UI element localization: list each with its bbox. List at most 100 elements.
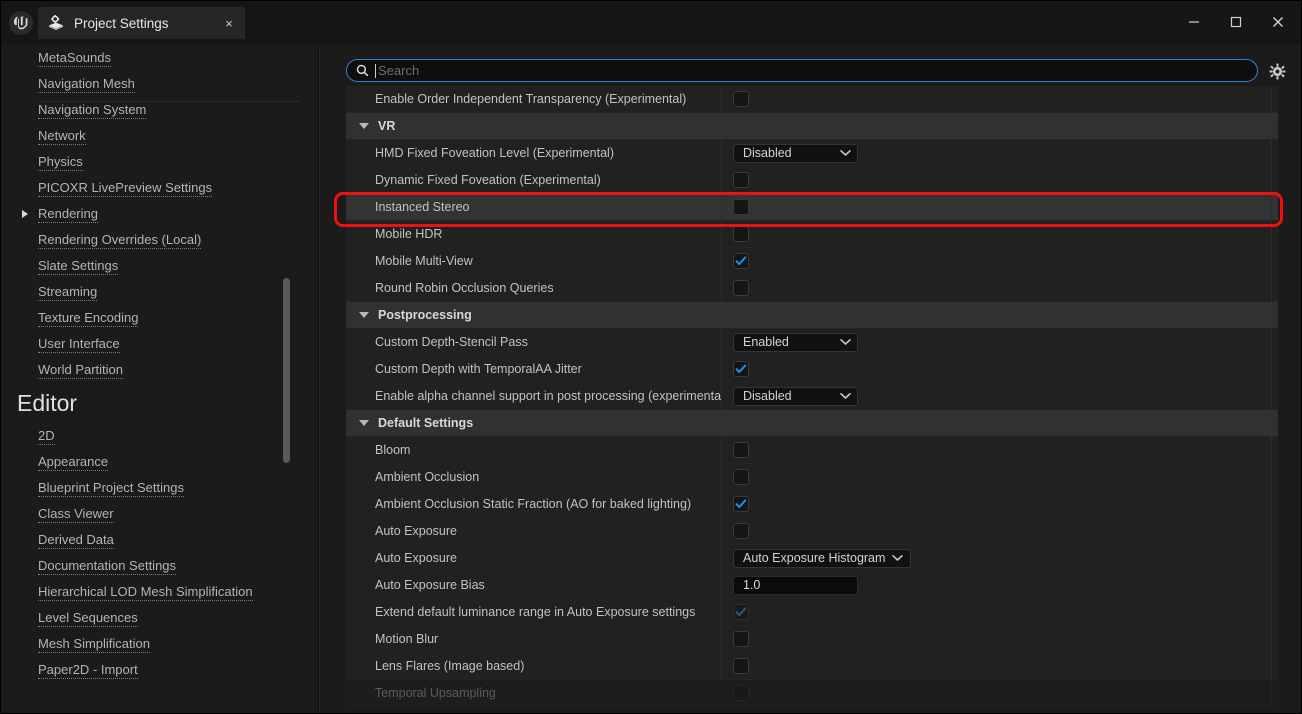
column-divider bbox=[1271, 625, 1272, 653]
sidebar-item-label: PICOXR LivePreview Settings bbox=[38, 179, 213, 197]
settings-row[interactable]: Mobile Multi-View bbox=[346, 247, 1278, 275]
dropdown-enable-alpha-channel-support-in-post-processing-experimental[interactable]: Disabled bbox=[733, 386, 858, 406]
chevron-down-icon[interactable] bbox=[840, 149, 851, 157]
tab-project-settings[interactable]: Project Settings × bbox=[38, 7, 245, 39]
column-divider bbox=[1271, 166, 1272, 194]
setting-value-cell: Enabled bbox=[721, 328, 1278, 356]
setting-value-cell bbox=[721, 86, 1278, 113]
settings-row[interactable]: HMD Fixed Foveation Level (Experimental)… bbox=[346, 139, 1278, 167]
settings-row[interactable]: Ambient Occlusion bbox=[346, 463, 1278, 491]
settings-category-sidebar[interactable]: MetaSounds Navigation Mesh Navigation Syst… bbox=[0, 45, 318, 714]
column-divider bbox=[1271, 598, 1272, 626]
sidebar-item-documentation-settings[interactable]: Documentation Settings bbox=[0, 553, 318, 579]
settings-row[interactable]: Auto Exposure bbox=[346, 517, 1278, 545]
sidebar-scrollbar-thumb[interactable] bbox=[283, 278, 290, 463]
setting-value-cell: Auto Exposure Histogram bbox=[721, 544, 1278, 572]
sidebar-item-rendering-overrides-local[interactable]: Rendering Overrides (Local) bbox=[0, 227, 318, 253]
search-input[interactable]: Search bbox=[346, 59, 1258, 82]
dropdown-auto-exposure[interactable]: Auto Exposure Histogram bbox=[733, 548, 912, 568]
sidebar-item-world-partition[interactable]: World Partition bbox=[0, 357, 318, 383]
chevron-right-icon[interactable] bbox=[22, 210, 28, 218]
settings-row[interactable]: Temporal Upsampling bbox=[346, 679, 1278, 707]
sidebar-item-hierarchical-lod-mesh-simplification[interactable]: Hierarchical LOD Mesh Simplification bbox=[0, 579, 318, 605]
checkbox-custom-depth-with-temporalaa-jitter[interactable] bbox=[733, 361, 749, 377]
checkbox-auto-exposure[interactable] bbox=[733, 523, 749, 539]
settings-section-vr[interactable]: VR bbox=[346, 113, 1278, 140]
checkbox-ambient-occlusion-static-fraction-ao-for-baked-lighting[interactable] bbox=[733, 496, 749, 512]
sidebar-item-rendering[interactable]: Rendering bbox=[0, 201, 318, 227]
gear-icon[interactable] bbox=[1265, 59, 1289, 83]
sidebar-item-label: Hierarchical LOD Mesh Simplification bbox=[38, 583, 253, 601]
settings-section-default-settings[interactable]: Default Settings bbox=[346, 410, 1278, 437]
dropdown-value: Auto Exposure Histogram bbox=[743, 551, 886, 565]
close-icon[interactable]: × bbox=[221, 15, 237, 31]
chevron-down-icon[interactable] bbox=[892, 554, 904, 562]
settings-row[interactable]: Bloom bbox=[346, 436, 1278, 464]
settings-row[interactable]: Mobile HDR bbox=[346, 220, 1278, 248]
sidebar-item-navigation-mesh[interactable]: Navigation Mesh bbox=[0, 71, 318, 97]
sidebar-item-slate-settings[interactable]: Slate Settings bbox=[0, 253, 318, 279]
sidebar-item-mesh-simplification[interactable]: Mesh Simplification bbox=[0, 631, 318, 657]
settings-row[interactable]: Custom Depth-Stencil Pass Enabled bbox=[346, 328, 1278, 356]
setting-value-cell bbox=[721, 463, 1278, 491]
settings-row[interactable]: Enable alpha channel support in post pro… bbox=[346, 382, 1278, 410]
sidebar-item-metasounds[interactable]: MetaSounds bbox=[0, 45, 318, 71]
setting-value-cell bbox=[721, 436, 1278, 464]
dropdown-hmd-fixed-foveation-level-experimental[interactable]: Disabled bbox=[733, 143, 858, 163]
settings-row[interactable]: Auto Exposure Bias 1.0 bbox=[346, 571, 1278, 599]
sidebar-item-paper2d-import[interactable]: Paper2D - Import bbox=[0, 657, 318, 683]
sidebar-item-blueprint-project-settings[interactable]: Blueprint Project Settings bbox=[0, 475, 318, 501]
sidebar-item-derived-data[interactable]: Derived Data bbox=[0, 527, 318, 553]
checkbox-temporal-upsampling[interactable] bbox=[733, 685, 749, 701]
maximize-button[interactable] bbox=[1218, 7, 1254, 37]
checkbox-mobile-multi-view[interactable] bbox=[733, 253, 749, 269]
checkbox-motion-blur[interactable] bbox=[733, 631, 749, 647]
checkbox-round-robin-occlusion-queries[interactable] bbox=[733, 280, 749, 296]
sidebar-item-2d[interactable]: 2D bbox=[0, 423, 318, 449]
window-close-button[interactable] bbox=[1260, 7, 1296, 37]
checkbox-mobile-hdr[interactable] bbox=[733, 226, 749, 242]
settings-row[interactable]: Custom Depth with TemporalAA Jitter bbox=[346, 355, 1278, 383]
sidebar-item-streaming[interactable]: Streaming bbox=[0, 279, 318, 305]
setting-label-hmd-fixed-foveation-level-experimental: HMD Fixed Foveation Level (Experimental) bbox=[375, 146, 614, 160]
sidebar-item-navigation-system[interactable]: Navigation System bbox=[0, 97, 318, 123]
chevron-down-icon[interactable] bbox=[840, 338, 851, 346]
number-field-auto-exposure-bias[interactable]: 1.0 bbox=[733, 575, 858, 595]
checkbox-dynamic-fixed-foveation-experimental[interactable] bbox=[733, 172, 749, 188]
dropdown-custom-depth-stencil-pass[interactable]: Enabled bbox=[733, 332, 858, 352]
settings-row[interactable]: Enable Order Independent Transparency (E… bbox=[346, 86, 1278, 113]
settings-row[interactable]: Instanced Stereo bbox=[346, 193, 1278, 221]
settings-row[interactable]: Ambient Occlusion Static Fraction (AO fo… bbox=[346, 490, 1278, 518]
settings-row[interactable]: Motion Blur bbox=[346, 625, 1278, 653]
checkbox-enable-order-independent-transparency-experimental[interactable] bbox=[733, 91, 749, 107]
tab-title: Project Settings bbox=[74, 15, 169, 31]
chevron-down-icon[interactable] bbox=[359, 123, 369, 129]
sidebar-item-network[interactable]: Network bbox=[0, 123, 318, 149]
checkbox-lens-flares-image-based[interactable] bbox=[733, 658, 749, 674]
minimize-button[interactable] bbox=[1176, 7, 1212, 37]
checkbox-ambient-occlusion[interactable] bbox=[733, 469, 749, 485]
sidebar-item-level-sequences[interactable]: Level Sequences bbox=[0, 605, 318, 631]
sidebar-item-user-interface[interactable]: User Interface bbox=[0, 331, 318, 357]
checkbox-bloom[interactable] bbox=[733, 442, 749, 458]
settings-row[interactable]: Extend default luminance range in Auto E… bbox=[346, 598, 1278, 626]
chevron-down-icon[interactable] bbox=[359, 420, 369, 426]
setting-value-cell bbox=[721, 490, 1278, 518]
checkbox-instanced-stereo[interactable] bbox=[733, 199, 749, 215]
sidebar-item-physics[interactable]: Physics bbox=[0, 149, 318, 175]
settings-main-panel: Search Enable Order Independent Transpar… bbox=[320, 45, 1302, 714]
setting-value-cell bbox=[721, 274, 1278, 302]
sidebar-item-picoxr-livepreview-settings[interactable]: PICOXR LivePreview Settings bbox=[0, 175, 318, 201]
settings-row[interactable]: Auto Exposure Auto Exposure Histogram bbox=[346, 544, 1278, 572]
sidebar-item-class-viewer[interactable]: Class Viewer bbox=[0, 501, 318, 527]
settings-section-postprocessing[interactable]: Postprocessing bbox=[346, 302, 1278, 329]
checkbox-extend-default-luminance-range-in-auto-exposure-settings[interactable] bbox=[733, 604, 749, 620]
chevron-down-icon[interactable] bbox=[359, 312, 369, 318]
settings-row[interactable]: Lens Flares (Image based) bbox=[346, 652, 1278, 680]
chevron-down-icon[interactable] bbox=[840, 392, 851, 400]
sidebar-item-texture-encoding[interactable]: Texture Encoding bbox=[0, 305, 318, 331]
sidebar-item-label: Level Sequences bbox=[38, 609, 138, 627]
settings-row[interactable]: Round Robin Occlusion Queries bbox=[346, 274, 1278, 302]
sidebar-item-appearance[interactable]: Appearance bbox=[0, 449, 318, 475]
settings-row[interactable]: Dynamic Fixed Foveation (Experimental) bbox=[346, 166, 1278, 194]
